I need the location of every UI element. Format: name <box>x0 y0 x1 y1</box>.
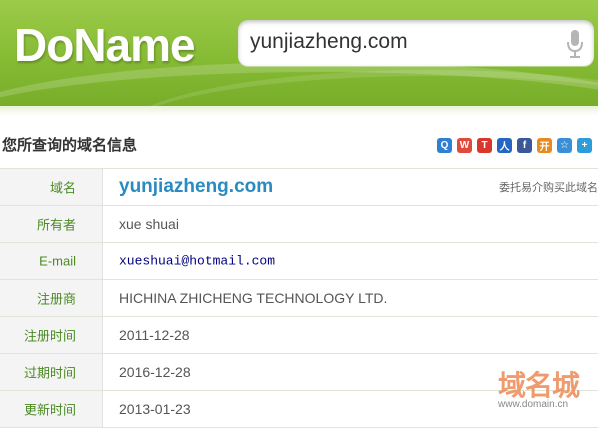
table-row: 注册商 HICHINA ZHICHENG TECHNOLOGY LTD. <box>0 279 598 316</box>
watermark-url: www.domain.cn <box>498 399 569 410</box>
label-cell: 过期时间 <box>0 354 103 390</box>
watermark: 域名城 www.domain.cn <box>496 364 596 414</box>
domain-label: 域名 <box>49 180 76 196</box>
broker-buy-link[interactable]: 委托易介购买此域名 <box>499 179 598 195</box>
registration-date-value: 2011-12-28 <box>119 327 190 343</box>
label-cell: 注册商 <box>0 280 103 316</box>
facebook-icon[interactable]: f <box>517 138 532 153</box>
update-date-value: 2013-01-23 <box>119 401 191 417</box>
table-row: 域名 yunjiazheng.com 委托易介购买此域名 <box>0 168 598 205</box>
label-cell: 域名 <box>0 169 103 205</box>
qzone-icon[interactable]: Q <box>437 138 452 153</box>
page-title: 您所查询的域名信息 <box>2 136 138 154</box>
tencent-weibo-icon[interactable]: T <box>477 138 492 153</box>
label-cell: E-mail <box>0 243 103 279</box>
table-row: 所有者 xue shuai <box>0 205 598 242</box>
email-label: E-mail <box>39 253 76 269</box>
label-cell: 更新时间 <box>0 391 103 427</box>
registrar-value: HICHINA ZHICHENG TECHNOLOGY LTD. <box>119 290 388 306</box>
more-share-icon[interactable]: + <box>577 138 592 153</box>
share-toolbar: Q W T 人 f 开 ☆ + <box>437 138 592 153</box>
domain-value[interactable]: yunjiazheng.com <box>119 176 273 198</box>
microphone-icon[interactable] <box>564 28 586 60</box>
kaixin-icon[interactable]: 开 <box>537 138 552 153</box>
owner-value: xue shuai <box>119 216 179 232</box>
divider <box>0 106 598 116</box>
expiration-date-value: 2016-12-28 <box>119 364 191 380</box>
site-logo[interactable]: DoName <box>14 18 196 72</box>
watermark-logo: 域名城 <box>498 369 580 402</box>
site-header: DoName yunjiazheng.com <box>0 0 598 106</box>
weibo-icon[interactable]: W <box>457 138 472 153</box>
favorite-icon[interactable]: ☆ <box>557 138 572 153</box>
email-value[interactable]: xueshuai@hotmail.com <box>119 254 275 269</box>
label-cell: 所有者 <box>0 206 103 242</box>
table-row: E-mail xueshuai@hotmail.com <box>0 242 598 279</box>
label-cell: 注册时间 <box>0 317 103 353</box>
registrar-label: 注册商 <box>36 291 76 307</box>
renren-icon[interactable]: 人 <box>497 138 512 153</box>
owner-label: 所有者 <box>36 217 76 233</box>
search-input-value[interactable]: yunjiazheng.com <box>250 30 408 54</box>
title-bar: 您所查询的域名信息 Q W T 人 f 开 ☆ + <box>0 106 598 168</box>
table-row: 注册时间 2011-12-28 <box>0 316 598 353</box>
search-input[interactable]: yunjiazheng.com <box>238 20 594 66</box>
registration-date-label: 注册时间 <box>23 328 76 344</box>
expiration-date-label: 过期时间 <box>23 365 76 381</box>
update-date-label: 更新时间 <box>23 402 76 418</box>
